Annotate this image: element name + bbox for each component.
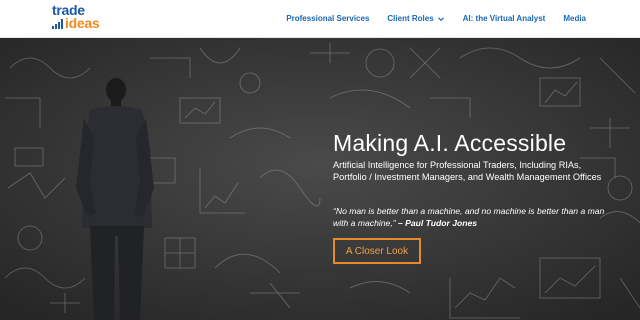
- main-nav: Professional Services Client Roles AI: t…: [286, 0, 640, 37]
- closer-look-button[interactable]: A Closer Look: [333, 238, 421, 264]
- nav-label: AI: the Virtual Analyst: [462, 14, 546, 23]
- hero-section: Making A.I. Accessible Artificial Intell…: [0, 38, 640, 320]
- site-header: trade ideas Professional Services Client…: [0, 0, 640, 38]
- nav-client-roles[interactable]: Client Roles: [387, 14, 444, 23]
- chevron-down-icon: [437, 16, 444, 21]
- hero-title: Making A.I. Accessible: [333, 130, 567, 156]
- hero-subtitle: Artificial Intelligence for Professional…: [333, 160, 602, 182]
- nav-label: Media: [563, 14, 586, 23]
- nav-professional-services[interactable]: Professional Services: [286, 14, 369, 23]
- trade-ideas-logo[interactable]: trade ideas: [52, 3, 122, 34]
- nav-label: Client Roles: [387, 14, 434, 23]
- hero-quote: “No man is better than a machine, and no…: [333, 206, 613, 229]
- logo-bars-icon: [52, 19, 63, 29]
- quote-author: – Paul Tudor Jones: [397, 217, 478, 228]
- logo-text-ideas: ideas: [65, 15, 100, 31]
- logo-row: ideas: [52, 15, 122, 31]
- nav-media[interactable]: Media: [563, 14, 586, 23]
- businessman-silhouette-icon: [76, 78, 154, 320]
- nav-label: Professional Services: [286, 14, 370, 23]
- nav-ai-virtual-analyst[interactable]: AI: the Virtual Analyst: [463, 14, 546, 23]
